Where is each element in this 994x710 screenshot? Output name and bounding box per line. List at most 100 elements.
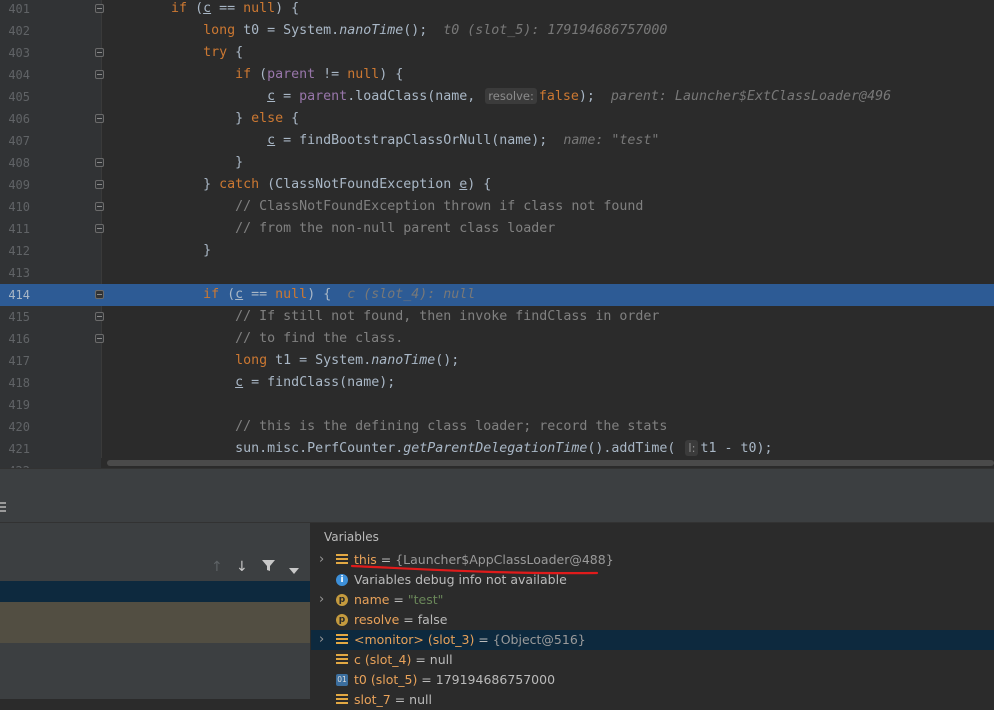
variable-row[interactable]: p resolve = false <box>311 610 994 630</box>
fold-marker-icon[interactable] <box>95 290 104 299</box>
fold-marker-icon[interactable] <box>95 48 104 57</box>
line-number[interactable]: 403 <box>0 42 30 64</box>
chevron-right-icon[interactable]: › <box>319 550 324 570</box>
line-number[interactable]: 418 <box>0 372 30 394</box>
code-line[interactable]: 413 <box>0 262 994 284</box>
code-text[interactable]: long t0 = System.nanoTime(); t0 (slot_5)… <box>107 20 667 42</box>
fold-marker-icon[interactable] <box>95 202 104 211</box>
arrow-up-icon[interactable]: ↑ <box>211 559 223 575</box>
field-list-icon <box>336 634 348 646</box>
line-number[interactable]: 416 <box>0 328 30 350</box>
fold-marker-icon[interactable] <box>95 312 104 321</box>
line-number[interactable]: 402 <box>0 20 30 42</box>
line-number[interactable]: 422 <box>0 460 30 468</box>
variables-title: Variables <box>324 530 379 544</box>
variable-row[interactable]: › p name = "test" <box>311 590 994 610</box>
line-number[interactable]: 413 <box>0 262 30 284</box>
code-text[interactable]: // this is the defining class loader; re… <box>107 416 667 438</box>
fold-marker-icon[interactable] <box>95 158 104 167</box>
code-line[interactable]: 401 if (c == null) { <box>0 0 994 20</box>
variable-text: this = {Launcher$AppClassLoader@488} <box>354 550 614 570</box>
code-text[interactable]: } else { <box>107 108 299 130</box>
line-number[interactable]: 414 <box>0 284 30 306</box>
code-text[interactable]: c = parent.loadClass(name, resolve: false… <box>107 86 891 108</box>
line-number[interactable]: 419 <box>0 394 30 416</box>
code-text[interactable]: long t1 = System.nanoTime(); <box>107 350 459 372</box>
fold-marker-icon[interactable] <box>95 334 104 343</box>
variable-name: t0 (slot_5) <box>354 672 418 687</box>
variable-row[interactable]: › this = {Launcher$AppClassLoader@488} <box>311 550 994 570</box>
line-number[interactable]: 417 <box>0 350 30 372</box>
code-line-current[interactable]: 414 if (c == null) { c (slot_4): null <box>0 284 994 306</box>
line-number[interactable]: 412 <box>0 240 30 262</box>
line-number[interactable]: 409 <box>0 174 30 196</box>
line-number[interactable]: 404 <box>0 64 30 86</box>
line-number[interactable]: 407 <box>0 130 30 152</box>
frame-item-selected[interactable] <box>0 581 310 602</box>
filter-icon[interactable] <box>262 559 275 576</box>
fold-marker-icon[interactable] <box>95 180 104 189</box>
code-text[interactable]: // ClassNotFoundException thrown if clas… <box>107 196 643 218</box>
variable-row[interactable]: 01 t0 (slot_5) = 179194686757000 <box>311 670 994 690</box>
code-line[interactable]: 420 // this is the defining class loader… <box>0 416 994 438</box>
code-text[interactable]: try { <box>107 42 243 64</box>
code-text[interactable]: // from the non-null parent class loader <box>107 218 555 240</box>
frame-item[interactable] <box>0 602 310 643</box>
code-line[interactable]: 408 } <box>0 152 994 174</box>
code-line[interactable]: 410 // ClassNotFoundException thrown if … <box>0 196 994 218</box>
chevron-down-icon[interactable] <box>289 562 299 578</box>
variable-row[interactable]: c (slot_4) = null <box>311 650 994 670</box>
code-text[interactable]: // If still not found, then invoke findC… <box>107 306 659 328</box>
code-line[interactable]: 419 <box>0 394 994 416</box>
variable-value: {Object@516} <box>492 632 586 647</box>
chevron-right-icon[interactable]: › <box>319 590 324 610</box>
line-number[interactable]: 410 <box>0 196 30 218</box>
code-text[interactable]: } catch (ClassNotFoundException e) { <box>107 174 491 196</box>
variable-row[interactable]: slot_7 = null <box>311 690 994 710</box>
horizontal-scrollbar-thumb[interactable] <box>107 460 994 466</box>
code-text[interactable]: } <box>107 240 211 262</box>
line-number[interactable]: 408 <box>0 152 30 174</box>
code-line[interactable]: 415 // If still not found, then invoke f… <box>0 306 994 328</box>
code-line[interactable]: 416 // to find the class. <box>0 328 994 350</box>
code-line[interactable]: 418 c = findClass(name); <box>0 372 994 394</box>
variable-row[interactable]: › <monitor> (slot_3) = {Object@516} <box>311 630 994 650</box>
fold-marker-icon[interactable] <box>95 224 104 233</box>
code-text[interactable]: if (c == null) { c (slot_4): null <box>107 284 475 306</box>
code-line[interactable]: 412 } <box>0 240 994 262</box>
menu-icon[interactable] <box>0 502 6 514</box>
fold-marker-icon[interactable] <box>95 114 104 123</box>
variable-value: "test" <box>407 592 444 607</box>
code-text[interactable]: // to find the class. <box>107 328 403 350</box>
line-number[interactable]: 421 <box>0 438 30 460</box>
fold-marker-icon[interactable] <box>95 4 104 13</box>
code-text[interactable]: c = findBootstrapClassOrNull(name); name… <box>107 130 659 152</box>
code-line[interactable]: 405 c = parent.loadClass(name, resolve: f… <box>0 86 994 108</box>
variable-row[interactable]: i Variables debug info not available <box>311 570 994 590</box>
fold-marker-icon[interactable] <box>95 70 104 79</box>
code-line[interactable]: 409 } catch (ClassNotFoundException e) { <box>0 174 994 196</box>
code-line[interactable]: 403 try { <box>0 42 994 64</box>
code-text[interactable]: if (parent != null) { <box>107 64 403 86</box>
code-text[interactable]: } <box>107 152 243 174</box>
code-text[interactable]: sun.misc.PerfCounter.getParentDelegation… <box>107 438 773 460</box>
line-number[interactable]: 415 <box>0 306 30 328</box>
line-number[interactable]: 411 <box>0 218 30 240</box>
code-line[interactable]: 407 c = findBootstrapClassOrNull(name); … <box>0 130 994 152</box>
code-line[interactable]: 404 if (parent != null) { <box>0 64 994 86</box>
code-line[interactable]: 406 } else { <box>0 108 994 130</box>
code-line[interactable]: 402 long t0 = System.nanoTime(); t0 (slo… <box>0 20 994 42</box>
code-line[interactable]: 411 // from the non-null parent class lo… <box>0 218 994 240</box>
arrow-down-icon[interactable]: ↓ <box>236 559 248 575</box>
code-text[interactable]: if (c == null) { <box>107 0 299 20</box>
chevron-right-icon[interactable]: › <box>319 630 324 650</box>
line-number[interactable]: 420 <box>0 416 30 438</box>
code-editor[interactable]: 401 if (c == null) {402 long t0 = System… <box>0 0 994 468</box>
line-number[interactable]: 405 <box>0 86 30 108</box>
code-line[interactable]: 421 sun.misc.PerfCounter.getParentDelega… <box>0 438 994 460</box>
line-number[interactable]: 406 <box>0 108 30 130</box>
line-number[interactable]: 401 <box>0 0 30 20</box>
code-text[interactable]: c = findClass(name); <box>107 372 395 394</box>
tool-window-splitter[interactable] <box>0 468 994 495</box>
code-line[interactable]: 417 long t1 = System.nanoTime(); <box>0 350 994 372</box>
